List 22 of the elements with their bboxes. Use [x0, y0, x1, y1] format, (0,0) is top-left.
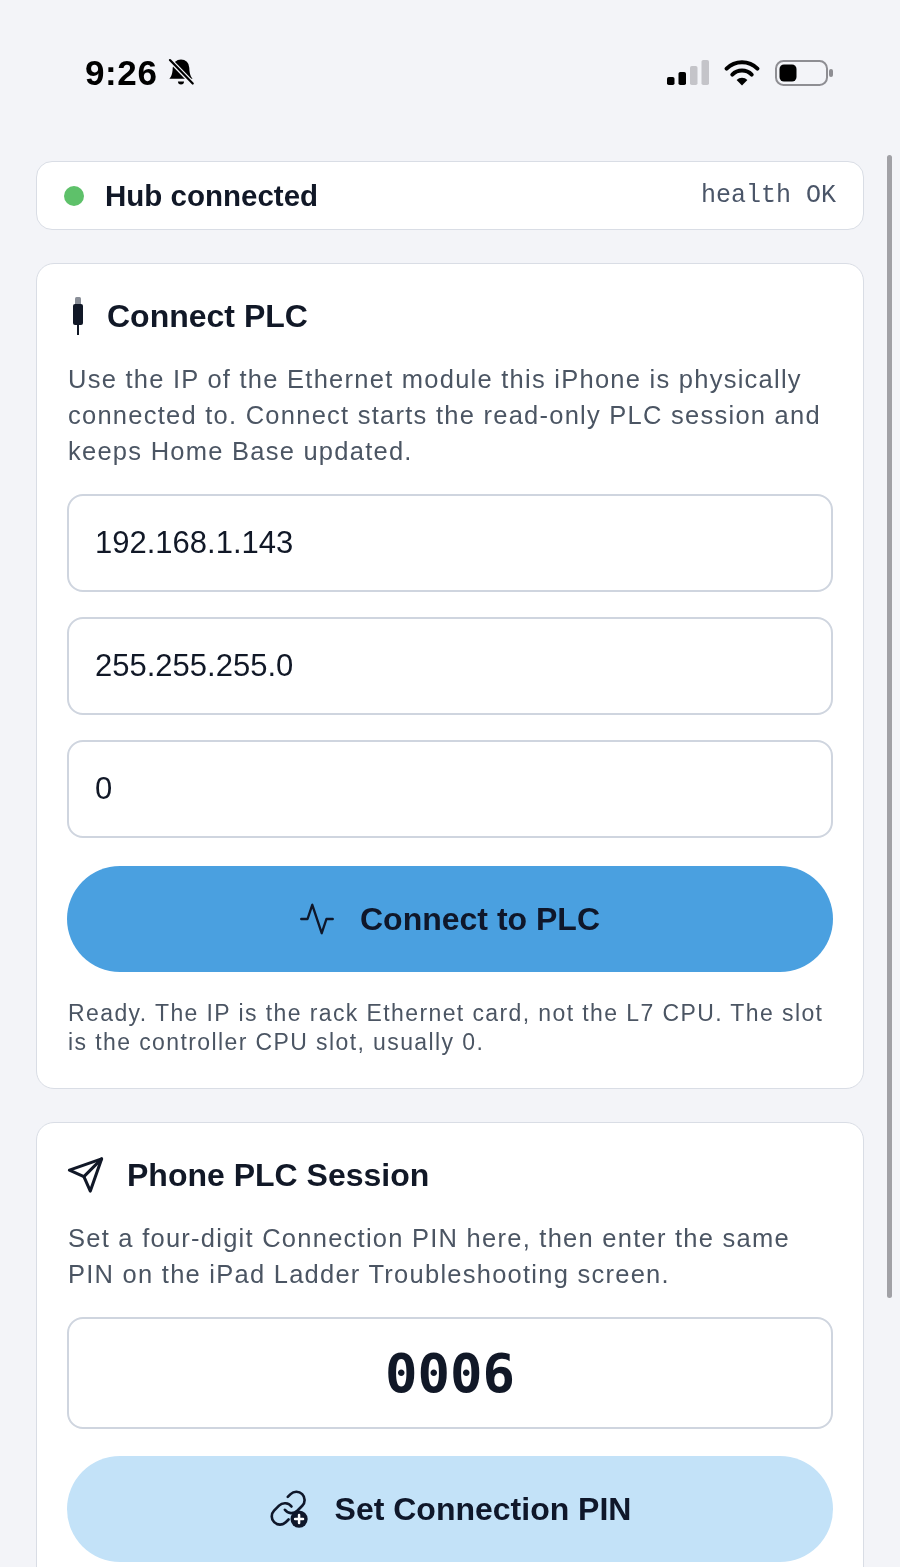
input-field[interactable]: 0 [67, 740, 833, 838]
activity-icon [300, 901, 334, 937]
input-field[interactable]: 255.255.255.0 [67, 617, 833, 715]
signal-icon [667, 60, 709, 85]
send-icon [67, 1157, 104, 1193]
card-description: Use the IP of the Ethernet module this iPhone is physically connected to. Connect starts the read-only PLC session and keeps Home Base updated. [67, 364, 822, 467]
link-plus-icon [268, 1490, 309, 1528]
plug-icon [72, 297, 84, 335]
connect-button[interactable]: Connect to PLC [67, 866, 833, 972]
input-field[interactable]: 192.168.1.143 [67, 494, 833, 592]
pin-field[interactable]: 0006 [67, 1317, 833, 1429]
health-status: health OK [700, 181, 836, 210]
battery-icon [775, 59, 833, 86]
card-title: Phone PLC Session [127, 1156, 430, 1194]
bell-slash-icon [167, 58, 196, 87]
status-note: Ready. The IP is the rack Ethernet card, not the L7 CPU. The slot is the controller CPU slot, usually 0. [67, 999, 825, 1057]
wifi-icon [724, 59, 760, 86]
clock-time: 9:26 [85, 52, 158, 93]
card-description: Set a four-digit Connection PIN here, then enter the same PIN on the iPad Ladder Troubleshooting screen. [67, 1223, 791, 1290]
status-label: Hub connected [105, 178, 319, 213]
card-title: Connect PLC [107, 297, 308, 335]
set-pin-button[interactable]: Set Connection PIN [67, 1456, 833, 1562]
